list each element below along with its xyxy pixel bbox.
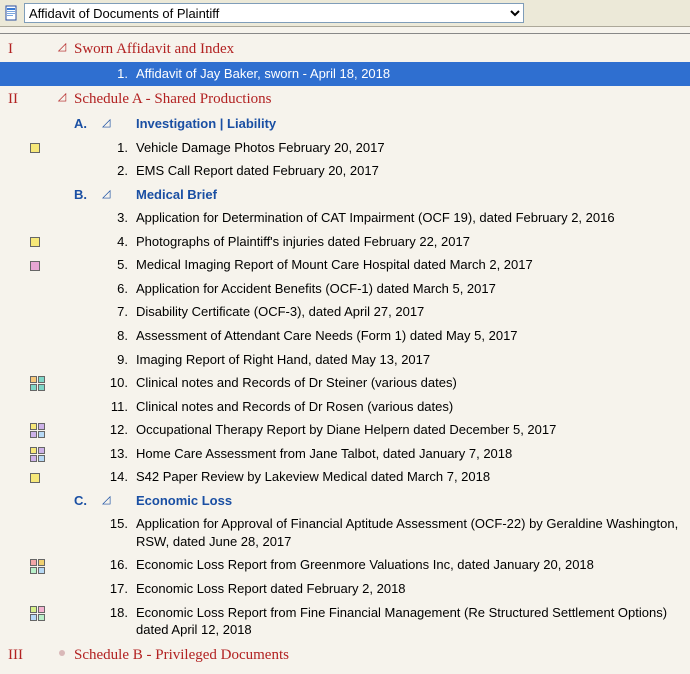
outline-item[interactable]: 6.Application for Accident Benefits (OCF… [8,277,682,301]
outline-item[interactable]: 1.Vehicle Damage Photos February 20, 201… [8,136,682,160]
item-text: Application for Accident Benefits (OCF-1… [136,280,682,298]
category-grid-icon [30,447,45,462]
category-grid-icon [30,376,45,391]
category-box-icon [30,237,40,247]
item-number: 11. [102,398,134,416]
item-text: Home Care Assessment from Jane Talbot, d… [136,445,682,463]
outline-item[interactable]: 17.Economic Loss Report dated February 2… [8,577,682,601]
collapsed-dot-icon[interactable] [59,650,65,656]
item-text: Photographs of Plaintiff's injuries date… [136,233,682,251]
item-text: Economic Loss Report from Greenmore Valu… [136,556,682,574]
item-text: Imaging Report of Right Hand, dated May … [136,351,682,369]
outline-item[interactable]: 16.Economic Loss Report from Greenmore V… [8,553,682,577]
item-number: 13. [102,445,134,463]
category-grid-icon [30,423,45,438]
outline-tree: I◿Sworn Affidavit and Index1.Affidavit o… [0,36,690,674]
item-text: Clinical notes and Records of Dr Rosen (… [136,398,682,416]
expand-triangle-icon[interactable]: ◿ [102,189,110,200]
outline-item[interactable]: 10.Clinical notes and Records of Dr Stei… [8,371,682,395]
category-box-icon [30,143,40,153]
item-number: 12. [102,421,134,439]
outline-item[interactable]: 5.Medical Imaging Report of Mount Care H… [8,253,682,277]
item-text: Disability Certificate (OCF-3), dated Ap… [136,303,682,321]
item-text: Occupational Therapy Report by Diane Hel… [136,421,682,439]
item-text: Vehicle Damage Photos February 20, 2017 [136,139,682,157]
outline-item[interactable]: 3.Application for Determination of CAT I… [8,206,682,230]
item-text: Application for Determination of CAT Imp… [136,209,682,227]
category-grid-icon [30,606,45,621]
category-box-icon [30,261,40,271]
section-roman: III [8,645,28,665]
outline-item[interactable]: 4.Photographs of Plaintiff's injuries da… [8,230,682,254]
outline-item[interactable]: 18.Economic Loss Report from Fine Financ… [8,601,682,642]
section-row[interactable]: I ◿ Sworn Affidavit and Index [8,36,682,62]
divider [0,33,690,34]
outline-item[interactable]: 1.Affidavit of Jay Baker, sworn - April … [0,62,690,86]
item-number: 10. [102,374,134,392]
item-number: 15. [102,515,134,533]
section-row[interactable]: II ◿ Schedule A - Shared Productions [8,86,682,112]
expand-triangle-icon[interactable]: ◿ [58,42,66,53]
item-text: EMS Call Report dated February 20, 2017 [136,162,682,180]
subsection-letter: C. [74,492,100,510]
item-number: 3. [102,209,134,227]
outline-item[interactable]: 7.Disability Certificate (OCF-3), dated … [8,300,682,324]
page-icon [4,5,20,21]
outline-item[interactable]: 15.Application for Approval of Financial… [8,512,682,553]
outline-item[interactable]: 13.Home Care Assessment from Jane Talbot… [8,442,682,466]
subsection-row[interactable]: A.◿ Investigation | Liability [8,112,682,136]
outline-item[interactable]: 14.S42 Paper Review by Lakeview Medical … [8,465,682,489]
item-number: 2. [102,162,134,180]
item-text: Medical Imaging Report of Mount Care Hos… [136,256,682,274]
section-row[interactable]: III Schedule B - Privileged Documents [8,642,682,668]
item-number: 16. [102,556,134,574]
expand-triangle-icon[interactable]: ◿ [102,495,110,506]
outline-item[interactable]: 11.Clinical notes and Records of Dr Rose… [8,395,682,419]
item-number: 4. [102,233,134,251]
outline-item[interactable]: 8.Assessment of Attendant Care Needs (Fo… [8,324,682,348]
category-box-icon [30,473,40,483]
document-selector[interactable]: Affidavit of Documents of Plaintiff [24,3,524,23]
expand-triangle-icon[interactable]: ◿ [58,92,66,103]
item-text: S42 Paper Review by Lakeview Medical dat… [136,468,682,486]
item-text: Clinical notes and Records of Dr Steiner… [136,374,682,392]
item-number: 7. [102,303,134,321]
section-title: Schedule B - Privileged Documents [74,645,682,665]
item-number: 5. [102,256,134,274]
section-roman: I [8,39,28,59]
item-number: 17. [102,580,134,598]
item-text: Assessment of Attendant Care Needs (Form… [136,327,682,345]
subsection-title: Investigation | Liability [136,115,682,133]
subsection-title: Economic Loss [136,492,682,510]
item-text: Economic Loss Report dated February 2, 2… [136,580,682,598]
item-text: Application for Approval of Financial Ap… [136,515,682,550]
item-number: 18. [102,604,134,622]
item-number: 1. [102,65,134,83]
item-number: 1. [102,139,134,157]
subsection-letter: B. [74,186,100,204]
section-title: Sworn Affidavit and Index [74,39,682,59]
item-number: 6. [102,280,134,298]
expand-triangle-icon[interactable]: ◿ [102,118,110,129]
category-grid-icon [30,559,45,574]
item-number: 9. [102,351,134,369]
section-title: Schedule A - Shared Productions [74,89,682,109]
item-text: Affidavit of Jay Baker, sworn - April 18… [136,65,682,83]
subsection-row[interactable]: C.◿ Economic Loss [8,489,682,513]
item-number: 8. [102,327,134,345]
item-text: Economic Loss Report from Fine Financial… [136,604,682,639]
outline-item[interactable]: 2.EMS Call Report dated February 20, 201… [8,159,682,183]
subsection-title: Medical Brief [136,186,682,204]
outline-item[interactable]: 12.Occupational Therapy Report by Diane … [8,418,682,442]
subsection-letter: A. [74,115,100,133]
section-roman: II [8,89,28,109]
outline-item[interactable]: 9.Imaging Report of Right Hand, dated Ma… [8,348,682,372]
subsection-row[interactable]: B.◿ Medical Brief [8,183,682,207]
item-number: 14. [102,468,134,486]
toolbar: Affidavit of Documents of Plaintiff [0,0,690,27]
